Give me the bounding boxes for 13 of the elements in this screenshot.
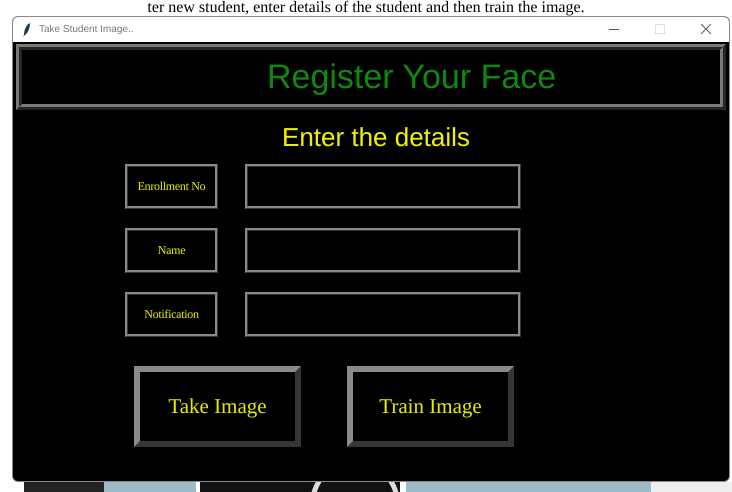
- field-label: Enrollment No: [125, 164, 218, 209]
- train-image-button[interactable]: Train Image: [347, 366, 514, 447]
- window-title: Take Student Image..: [39, 24, 134, 35]
- field-label: Name: [125, 228, 218, 273]
- header-title: Register Your Face: [267, 58, 556, 96]
- input-field[interactable]: [245, 292, 521, 337]
- feather-icon: [23, 22, 31, 36]
- form-title: Enter the details: [282, 122, 470, 152]
- field-label: Notification: [125, 292, 218, 337]
- document-text: ter new student, enter details of the student and then train the image.: [147, 0, 585, 16]
- input-field[interactable]: [245, 228, 521, 273]
- input-field[interactable]: [245, 164, 521, 209]
- take-image-button[interactable]: Take Image: [134, 366, 301, 447]
